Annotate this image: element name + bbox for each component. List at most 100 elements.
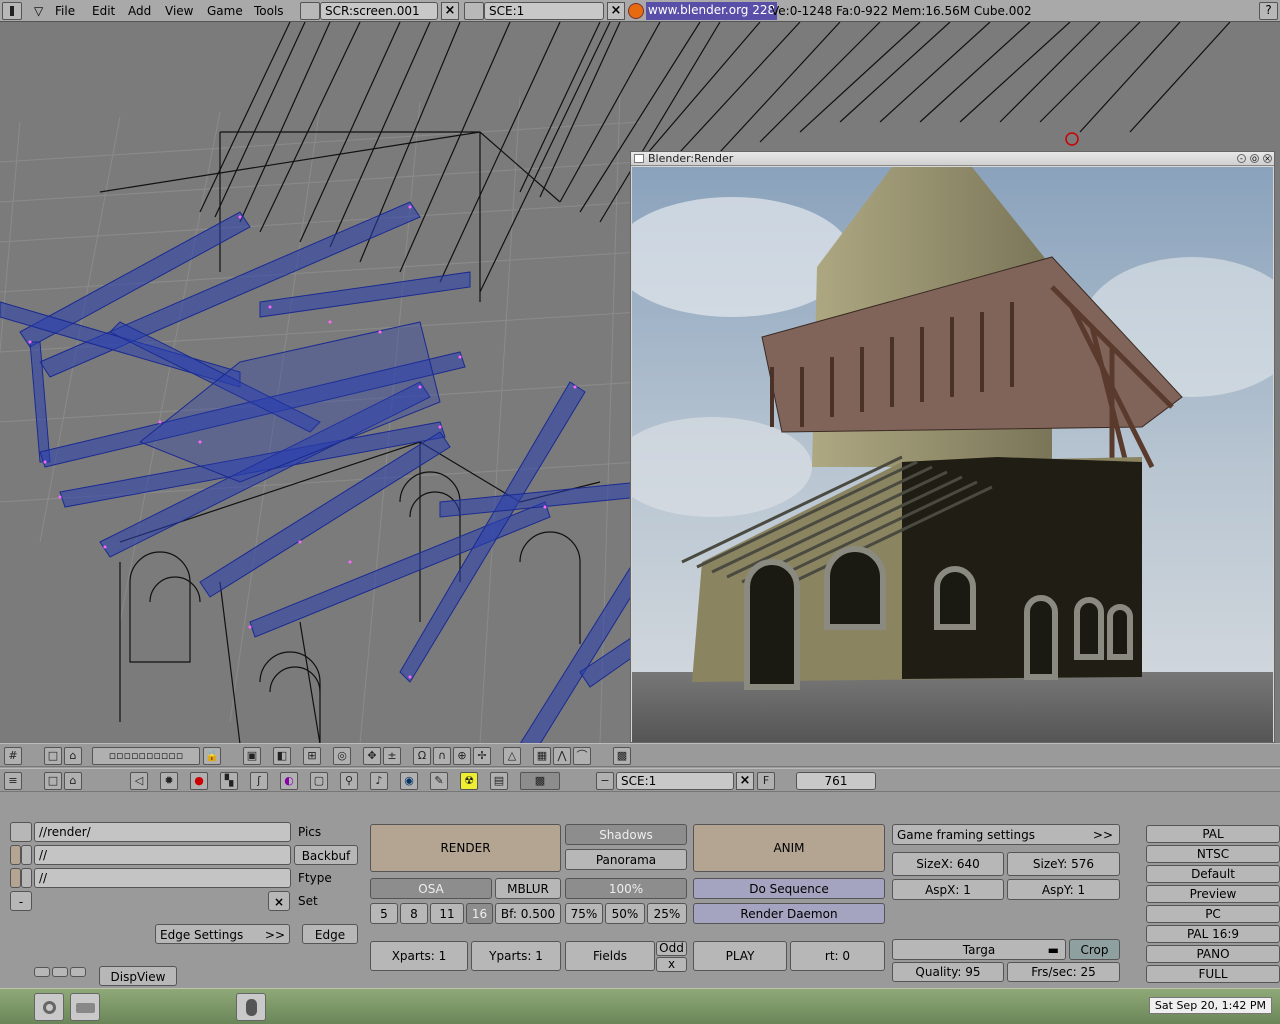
grid-icon[interactable]: ▦	[533, 747, 551, 765]
maximize-icon[interactable]: o	[1250, 154, 1259, 163]
render-view-icon[interactable]: ▩	[613, 747, 631, 765]
editor-type-icon[interactable]: ≡	[4, 772, 22, 790]
bf-field[interactable]: Bf: 0.500	[495, 903, 561, 924]
aspx-field[interactable]: AspX: 1	[892, 879, 1004, 900]
edge-button[interactable]: Edge	[302, 924, 358, 944]
proportional-icon[interactable]: △	[503, 747, 521, 765]
sizey-field[interactable]: SizeY: 576	[1007, 852, 1120, 876]
render-buttons-icon[interactable]: ▩	[520, 772, 560, 790]
editor-type-icon[interactable]: #	[4, 747, 22, 765]
menu-add[interactable]: Add	[128, 4, 151, 18]
lock-icon[interactable]: 🔒	[203, 747, 221, 765]
screen-delete-button[interactable]: ×	[441, 2, 459, 20]
scale-icon[interactable]: ±	[383, 747, 401, 765]
world-icon[interactable]: ◐	[280, 772, 298, 790]
magnet-icon[interactable]: ∩	[433, 747, 451, 765]
menu-collapse-icon[interactable]: ▽	[34, 4, 43, 18]
osa-11-button[interactable]: 11	[430, 903, 464, 924]
drive-icon[interactable]	[70, 993, 100, 1021]
translate-icon[interactable]: ✥	[363, 747, 381, 765]
rt-field[interactable]: rt: 0	[790, 941, 885, 971]
dispview-small-button[interactable]	[70, 967, 86, 977]
backbuf-toggle[interactable]	[10, 845, 21, 865]
scene-browse-icon[interactable]	[464, 2, 484, 20]
paint-icon[interactable]: ✎	[430, 772, 448, 790]
size-75-button[interactable]: 75%	[565, 903, 603, 924]
scene-browse-icon[interactable]: −	[596, 772, 614, 790]
falloff-icon[interactable]: ⋀	[553, 747, 571, 765]
ftype-toggle[interactable]	[10, 868, 21, 888]
render-daemon-button[interactable]: Render Daemon	[693, 903, 885, 924]
panorama-button[interactable]: Panorama	[565, 849, 687, 870]
home-icon[interactable]: ⌂	[64, 772, 82, 790]
pivot-icon[interactable]: ⊞	[303, 747, 321, 765]
object-mode-icon[interactable]: ▣	[243, 747, 261, 765]
help-question-icon[interactable]: ?	[1259, 2, 1278, 20]
rotate-icon[interactable]: Ω	[413, 747, 431, 765]
odd-button[interactable]: Odd	[656, 941, 687, 956]
menu-tools[interactable]: Tools	[254, 4, 284, 18]
shadows-button[interactable]: Shadows	[565, 824, 687, 845]
gimp-icon[interactable]	[236, 993, 266, 1021]
menu-edit[interactable]: Edit	[92, 4, 115, 18]
render-window-titlebar[interactable]: Blender:Render - o ×	[631, 152, 1274, 166]
3d-viewport[interactable]: Blender:Render - o ×	[0, 22, 1280, 744]
preset-ntsc[interactable]: NTSC	[1146, 845, 1280, 863]
x-button[interactable]: x	[656, 957, 687, 972]
xparts-field[interactable]: Xparts: 1	[370, 941, 468, 971]
menu-file[interactable]: File	[55, 4, 75, 18]
render-button[interactable]: RENDER	[370, 824, 561, 872]
set-browse-button[interactable]: -	[10, 891, 32, 911]
curve-icon[interactable]: ⌒	[573, 747, 591, 765]
logic-icon[interactable]: ◁	[130, 772, 148, 790]
size-50-button[interactable]: 50%	[605, 903, 645, 924]
fps-field[interactable]: Frs/sec: 25	[1007, 962, 1120, 982]
screen-name-field[interactable]: SCR:screen.001	[320, 2, 438, 20]
quality-field[interactable]: Quality: 95	[892, 962, 1004, 982]
backbuf-button[interactable]: Backbuf	[294, 845, 358, 865]
clock[interactable]: Sat Sep 20, 1:42 PM	[1148, 997, 1272, 1014]
home-icon[interactable]: ⌂	[64, 747, 82, 765]
anim-button[interactable]: ANIM	[693, 824, 885, 872]
dispview-small-button[interactable]	[52, 967, 68, 977]
minimize-icon[interactable]: -	[1237, 154, 1246, 163]
close-icon[interactable]: ×	[1263, 154, 1272, 163]
lamp-icon[interactable]: ✹	[160, 772, 178, 790]
select-icon[interactable]: ✢	[473, 747, 491, 765]
sizex-field[interactable]: SizeX: 640	[892, 852, 1004, 876]
info-window-icon[interactable]	[2, 2, 22, 20]
crop-button[interactable]: Crop	[1069, 939, 1120, 960]
widget-icon[interactable]: ◎	[333, 747, 351, 765]
menu-view[interactable]: View	[165, 4, 193, 18]
constraint-icon[interactable]: ⚲	[340, 772, 358, 790]
osa-button[interactable]: OSA	[370, 878, 492, 899]
material-icon[interactable]: ●	[190, 772, 208, 790]
preset-full[interactable]: FULL	[1146, 965, 1280, 983]
size-25-button[interactable]: 25%	[647, 903, 687, 924]
sphere-icon[interactable]: ⊕	[453, 747, 471, 765]
window-menu-icon[interactable]	[634, 154, 644, 163]
script-icon[interactable]: ▤	[490, 772, 508, 790]
set-clear-button[interactable]: ×	[268, 891, 290, 911]
osa-16-button[interactable]: 16	[466, 903, 493, 924]
render-window[interactable]: Blender:Render - o ×	[630, 151, 1275, 743]
ftype-path-field[interactable]: //	[34, 868, 291, 888]
backbuf-file-browse-button[interactable]	[21, 845, 32, 865]
settings-gear-icon[interactable]	[34, 993, 64, 1021]
mblur-button[interactable]: MBLUR	[495, 878, 561, 899]
edge-settings-button[interactable]: Edge Settings >>	[155, 924, 290, 944]
scene-name-field[interactable]: SCE:1	[484, 2, 604, 20]
osa-8-button[interactable]: 8	[400, 903, 428, 924]
pics-path-field[interactable]: //render/	[34, 822, 291, 842]
radiosity-icon[interactable]: ☢	[460, 772, 478, 790]
osa-5-button[interactable]: 5	[370, 903, 398, 924]
edit-icon[interactable]: ▢	[310, 772, 328, 790]
world-globe-icon[interactable]: ◉	[400, 772, 418, 790]
do-sequence-button[interactable]: Do Sequence	[693, 878, 885, 899]
ftype-file-browse-button[interactable]	[21, 868, 32, 888]
preset-preview[interactable]: Preview	[1146, 885, 1280, 903]
full-window-icon[interactable]: □	[44, 747, 62, 765]
preset-pal-169[interactable]: PAL 16:9	[1146, 925, 1280, 943]
dispview-button[interactable]: DispView	[99, 966, 177, 986]
pics-file-browse-button[interactable]	[10, 822, 32, 842]
